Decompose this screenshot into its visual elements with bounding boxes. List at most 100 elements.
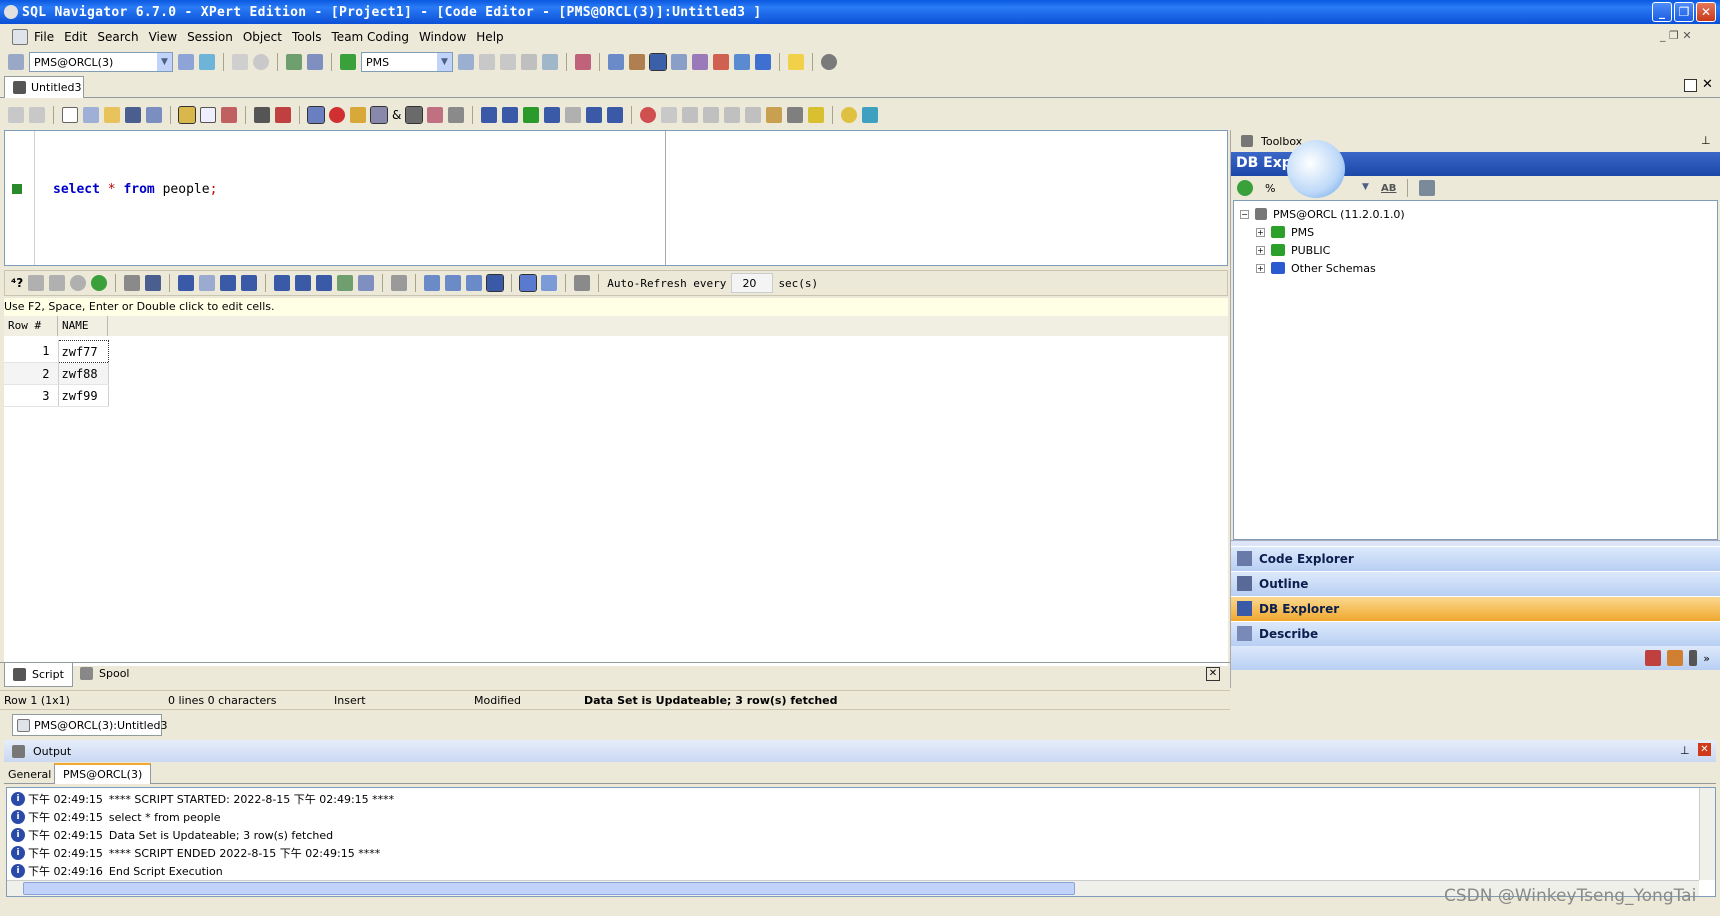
chevron-down-icon[interactable]: ▼ <box>1358 178 1373 196</box>
tool-icon[interactable] <box>1645 650 1662 666</box>
filter-icon[interactable] <box>28 275 45 291</box>
auto-refresh-spinner[interactable]: 20 <box>731 273 774 293</box>
commit-icon[interactable] <box>286 54 302 70</box>
tab-untitled3[interactable]: Untitled3 <box>4 76 84 98</box>
tool-icon[interactable] <box>370 106 388 124</box>
tool-icon[interactable] <box>787 107 804 123</box>
column-header-row-num[interactable]: Row # <box>4 316 58 336</box>
null-icon[interactable] <box>466 275 483 291</box>
tool-icon[interactable] <box>221 107 237 123</box>
object-filter-input[interactable]: % ▼ <box>1261 178 1373 198</box>
tool-icon[interactable] <box>755 54 771 70</box>
filter-clear-icon[interactable] <box>49 275 66 291</box>
expand-icon[interactable]: + <box>1256 227 1265 237</box>
menu-search[interactable]: Search <box>97 30 138 44</box>
run-icon[interactable] <box>523 107 540 123</box>
new-file-icon[interactable] <box>62 107 78 123</box>
tool-icon[interactable] <box>427 107 444 123</box>
expand-icon[interactable]: + <box>1256 263 1265 273</box>
table-row[interactable]: 1 zwf77 <box>4 340 109 363</box>
close-icon[interactable]: ✕ <box>1206 667 1220 681</box>
tool-icon[interactable] <box>275 107 291 123</box>
stop-icon[interactable] <box>565 107 582 123</box>
tool-icon[interactable] <box>500 54 516 70</box>
tool-icon[interactable] <box>542 54 558 70</box>
menu-session[interactable]: Session <box>187 30 233 44</box>
scrollbar-thumb[interactable] <box>23 882 1075 895</box>
save-as-icon[interactable] <box>146 107 162 123</box>
tool-icon[interactable] <box>448 107 465 123</box>
rollback-icon[interactable] <box>307 54 323 70</box>
expand-icon[interactable]: + <box>1256 245 1265 255</box>
connect-icon[interactable] <box>8 54 24 70</box>
tab-spool[interactable]: Spool <box>80 667 129 680</box>
menu-team-coding[interactable]: Team Coding <box>332 30 409 44</box>
sql-editor[interactable]: select * from people; <box>4 130 1228 266</box>
tool-icon[interactable] <box>307 106 325 124</box>
tool-icon[interactable] <box>841 107 858 123</box>
open-icon[interactable] <box>83 107 99 123</box>
refresh-icon[interactable] <box>91 275 108 291</box>
cancel-edit-icon[interactable] <box>358 275 375 291</box>
next-record-icon[interactable] <box>220 275 237 291</box>
tool-icon[interactable] <box>724 107 741 123</box>
funnel-icon[interactable] <box>1419 180 1436 196</box>
table-row[interactable]: 3 zwf99 <box>4 384 109 407</box>
settings-icon[interactable] <box>821 54 837 70</box>
tool-icon[interactable] <box>574 275 591 291</box>
grid-view-icon[interactable] <box>519 274 538 292</box>
panel-describe[interactable]: Describe <box>1231 621 1720 646</box>
delete-record-icon[interactable] <box>316 275 333 291</box>
maximize-button[interactable]: ❐ <box>1674 2 1694 22</box>
schema-select[interactable]: PMS ▼ <box>361 52 453 72</box>
sql-statement[interactable]: select * from people; <box>53 182 217 197</box>
tree-node-root[interactable]: − PMS@ORCL (11.2.0.1.0) <box>1240 205 1717 223</box>
next-icon[interactable] <box>586 107 603 123</box>
tool-icon[interactable] <box>350 107 366 123</box>
tool-icon[interactable] <box>745 107 762 123</box>
tool-icon[interactable] <box>692 54 708 70</box>
name-cell[interactable]: zwf99 <box>58 384 109 407</box>
cancel-icon[interactable] <box>70 275 87 291</box>
tool-icon[interactable] <box>608 54 624 70</box>
save-icon[interactable] <box>145 275 162 291</box>
panel-outline[interactable]: Outline <box>1231 571 1720 596</box>
menu-edit[interactable]: Edit <box>64 30 87 44</box>
menu-file[interactable]: File <box>34 30 54 44</box>
chevron-down-icon[interactable]: » <box>1703 652 1710 665</box>
tool-icon[interactable] <box>629 54 645 70</box>
tab-general[interactable]: General <box>8 768 51 781</box>
tool-icon[interactable] <box>703 107 720 123</box>
tool-icon[interactable] <box>405 106 424 124</box>
case-toggle-button[interactable]: AB <box>1381 183 1396 194</box>
mdi-controls[interactable]: _ ❐ ✕ <box>1660 29 1692 42</box>
globe-icon[interactable] <box>199 54 215 70</box>
tool-icon[interactable] <box>458 54 474 70</box>
tab-script[interactable]: Script <box>4 663 73 687</box>
connection-select[interactable]: PMS@ORCL(3) ▼ <box>29 52 173 72</box>
tool-icon[interactable] <box>178 106 196 124</box>
tool-icon[interactable] <box>391 275 408 291</box>
menu-help[interactable]: Help <box>476 30 503 44</box>
vertical-scrollbar[interactable] <box>1699 788 1715 880</box>
help-query-icon[interactable]: ⁴? <box>11 276 23 290</box>
code-editor-icon[interactable] <box>649 53 667 71</box>
tool-icon[interactable] <box>862 107 879 123</box>
pin-icon[interactable]: ⊥ <box>1680 744 1690 757</box>
tool-icon[interactable] <box>734 54 750 70</box>
tool-icon[interactable] <box>1667 650 1684 666</box>
close-button[interactable]: ✕ <box>1696 2 1716 22</box>
last-icon[interactable] <box>607 107 624 123</box>
tool-icon[interactable] <box>766 107 783 123</box>
pause-icon[interactable] <box>232 54 248 70</box>
print-icon[interactable] <box>124 275 141 291</box>
tab-pms-orcl[interactable]: PMS@ORCL(3) <box>54 763 152 784</box>
panel-db-explorer[interactable]: DB Explorer <box>1231 596 1720 621</box>
first-record-icon[interactable] <box>178 275 195 291</box>
stop-icon[interactable] <box>253 54 269 70</box>
menu-window[interactable]: Window <box>419 30 466 44</box>
tree-node-public[interactable]: + PUBLIC <box>1240 241 1717 259</box>
close-icon[interactable]: ✕ <box>1702 77 1713 92</box>
form-view-icon[interactable] <box>541 275 558 291</box>
table-row[interactable]: 2 zwf88 <box>4 362 109 385</box>
